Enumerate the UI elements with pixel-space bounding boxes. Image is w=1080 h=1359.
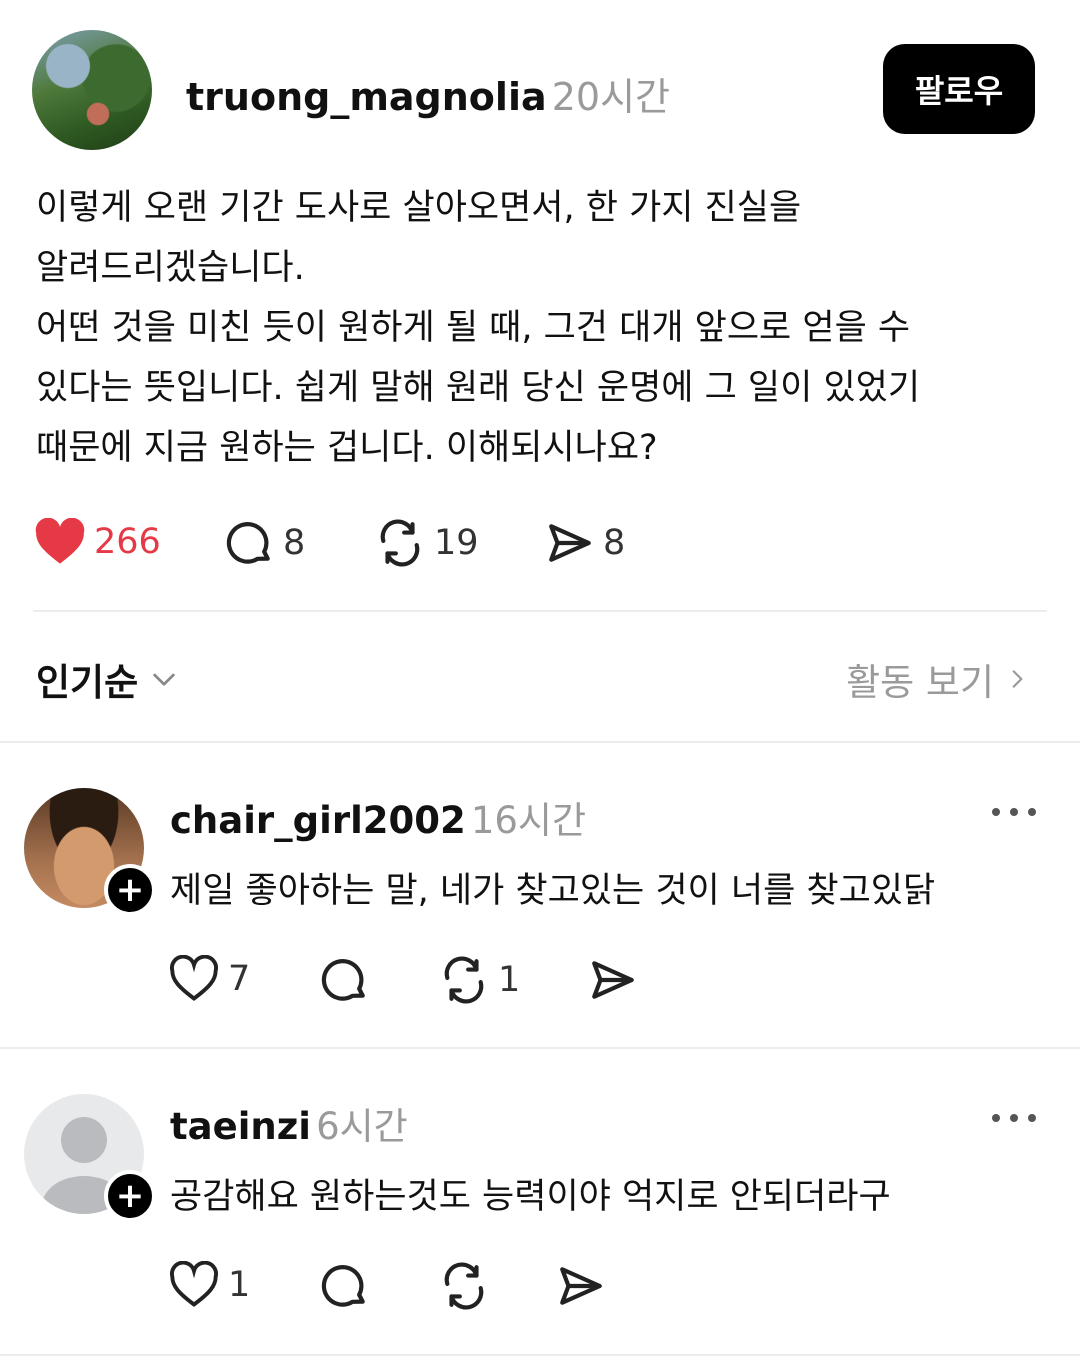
repost-icon <box>438 1261 490 1311</box>
comment-like-button[interactable]: 7 <box>168 955 250 1003</box>
comment-like-button[interactable]: 1 <box>168 1261 250 1309</box>
post-text-line: 있다는 뜻입니다. 쉽게 말해 원래 당신 운명에 그 일이 있었기 <box>36 368 921 408</box>
post-text-line: 때문에 지금 원하는 겁니다. 이해되시나요? <box>36 428 658 468</box>
repost-button[interactable]: 19 <box>374 518 479 568</box>
comment-share-button[interactable] <box>556 1261 606 1311</box>
post-text-line: 어떤 것을 미친 듯이 원하게 될 때, 그건 대개 앞으로 얻을 수 <box>36 308 911 348</box>
repost-icon <box>438 955 490 1005</box>
comment-timestamp: 6시간 <box>316 1105 408 1148</box>
comment-icon <box>225 518 275 568</box>
comment-reply-button[interactable] <box>320 1261 370 1311</box>
comment-header: taeinzi 6시간 <box>170 1096 408 1150</box>
divider <box>0 1354 1080 1356</box>
comment-text: 제일 좋아하는 말, 네가 찾고있는 것이 너를 찾고있닭 <box>170 871 936 911</box>
post-author-avatar[interactable] <box>32 30 152 150</box>
share-icon <box>556 1261 606 1311</box>
heart-icon <box>168 1261 220 1309</box>
comment-like-count: 7 <box>228 959 251 999</box>
more-icon[interactable] <box>992 802 1036 822</box>
comment-repost-button[interactable] <box>438 1261 490 1311</box>
sort-label: 인기순 <box>36 661 139 704</box>
comment-repost-button[interactable]: 1 <box>438 955 520 1005</box>
post-timestamp: 20시간 <box>551 75 670 119</box>
like-button[interactable]: 266 <box>34 518 161 566</box>
comment-timestamp: 16시간 <box>470 799 587 842</box>
comment-like-count: 1 <box>228 1265 251 1305</box>
plus-icon[interactable]: + <box>104 864 156 916</box>
share-icon <box>545 518 595 568</box>
activity-label: 활동 보기 <box>846 661 994 704</box>
post-username[interactable]: truong_magnolia <box>186 75 547 119</box>
share-count: 8 <box>603 523 626 563</box>
chevron-down-icon <box>148 663 180 695</box>
post-header: truong_magnolia 20시간 <box>186 66 670 121</box>
divider <box>0 741 1080 743</box>
comment-username[interactable]: taeinzi <box>170 1105 311 1148</box>
comment-username[interactable]: chair_girl2002 <box>170 799 466 842</box>
comment-text: 공감해요 원하는것도 능력이야 억지로 안되더라구 <box>170 1177 891 1217</box>
chevron-right-icon <box>1004 663 1030 695</box>
post-text-line: 알려드리겠습니다. <box>36 248 305 288</box>
more-icon[interactable] <box>992 1108 1036 1128</box>
comment-header: chair_girl2002 16시간 <box>170 790 586 844</box>
divider <box>0 1047 1080 1049</box>
like-count: 266 <box>94 522 161 562</box>
comment-repost-count: 1 <box>498 960 521 1000</box>
sort-dropdown[interactable]: 인기순 <box>36 652 180 706</box>
post-text: 이렇게 오랜 기간 도사로 살아오면서, 한 가지 진실을 알려드리겠습니다. … <box>36 178 1046 478</box>
reply-count: 8 <box>283 523 306 563</box>
follow-button[interactable]: 팔로우 <box>883 44 1035 134</box>
post-text-line: 이렇게 오랜 기간 도사로 살아오면서, 한 가지 진실을 <box>36 188 802 228</box>
share-button[interactable]: 8 <box>545 518 625 568</box>
view-activity-link[interactable]: 활동 보기 <box>846 652 1030 706</box>
share-icon <box>588 955 638 1005</box>
repost-icon <box>374 518 426 568</box>
comment-icon <box>320 955 370 1005</box>
reply-button[interactable]: 8 <box>225 518 305 568</box>
comment-reply-button[interactable] <box>320 955 370 1005</box>
comment-share-button[interactable] <box>588 955 638 1005</box>
divider <box>33 610 1047 612</box>
repost-count: 19 <box>434 523 479 563</box>
plus-icon[interactable]: + <box>104 1170 156 1222</box>
heart-icon <box>168 955 220 1003</box>
comment-icon <box>320 1261 370 1311</box>
heart-icon <box>34 518 86 566</box>
